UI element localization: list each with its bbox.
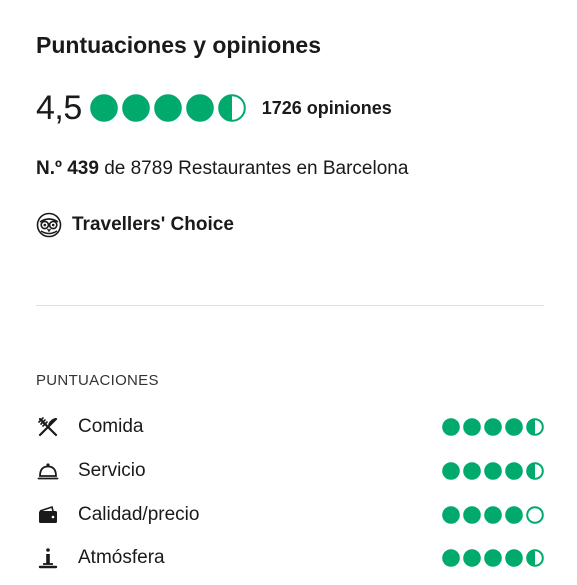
divider [36, 305, 544, 306]
cloche-icon [36, 459, 60, 483]
rating-row-comida: Comida [36, 412, 544, 442]
atmosphere-icon [36, 546, 60, 570]
rating-bubble [505, 549, 523, 567]
rating-bubble [463, 462, 481, 480]
rating-bubble [505, 462, 523, 480]
rating-bubble [442, 549, 460, 567]
rating-bubble [442, 418, 460, 436]
rating-row-calidad-precio: Calidad/precio [36, 500, 544, 530]
rating-bubble [526, 462, 544, 480]
rating-bubble [89, 94, 118, 122]
rating-label-atmosfera: Atmósfera [78, 547, 165, 568]
rating-row-servicio: Servicio [36, 456, 544, 486]
rating-bubble [526, 418, 544, 436]
rating-bubbles-atmosfera [439, 549, 544, 567]
travellers-choice-badge: Travellers' Choice [36, 212, 234, 238]
rating-bubble [484, 462, 502, 480]
rating-bubble [526, 549, 544, 567]
rating-bubble [121, 94, 150, 122]
rating-bubble [505, 418, 523, 436]
overall-rating-bubbles [89, 94, 250, 122]
rating-bubble [463, 549, 481, 567]
rating-bubbles-servicio [439, 462, 544, 480]
overall-rating: 4,5 1726 opiniones [36, 88, 392, 128]
rating-bubble [185, 94, 214, 122]
rating-bubble [463, 506, 481, 524]
ranking-text: de 8789 Restaurantes en Barcelona [98, 158, 409, 179]
section-title: Puntuaciones y opiniones [36, 32, 321, 58]
rating-bubbles-calidad-precio [439, 506, 544, 524]
utensils-icon [36, 415, 60, 439]
ranking-number: N.º 439 [36, 158, 99, 179]
rating-row-atmosfera: Atmósfera [36, 543, 544, 573]
rating-bubbles-comida [439, 418, 544, 436]
rating-bubble [484, 418, 502, 436]
travellers-choice-label: Travellers' Choice [72, 214, 234, 235]
rating-bubble [463, 418, 481, 436]
wallet-icon [36, 503, 60, 527]
ranking[interactable]: N.º 439 de 8789 Restaurantes en Barcelon… [36, 158, 408, 180]
rating-bubble [505, 506, 523, 524]
rating-label-calidad-precio: Calidad/precio [78, 504, 200, 525]
rating-bubble [484, 549, 502, 567]
owl-award-icon [36, 212, 62, 238]
rating-label-servicio: Servicio [78, 460, 146, 481]
rating-bubble [442, 506, 460, 524]
rating-bubble [526, 506, 544, 524]
overall-score: 4,5 [36, 88, 82, 127]
rating-bubble [153, 94, 182, 122]
rating-bubble [217, 94, 246, 122]
ratings-section-label: PUNTUACIONES [36, 372, 159, 389]
rating-label-comida: Comida [78, 416, 144, 437]
rating-bubble [484, 506, 502, 524]
review-count-link[interactable]: 1726 opiniones [262, 98, 392, 119]
rating-bubble [442, 462, 460, 480]
